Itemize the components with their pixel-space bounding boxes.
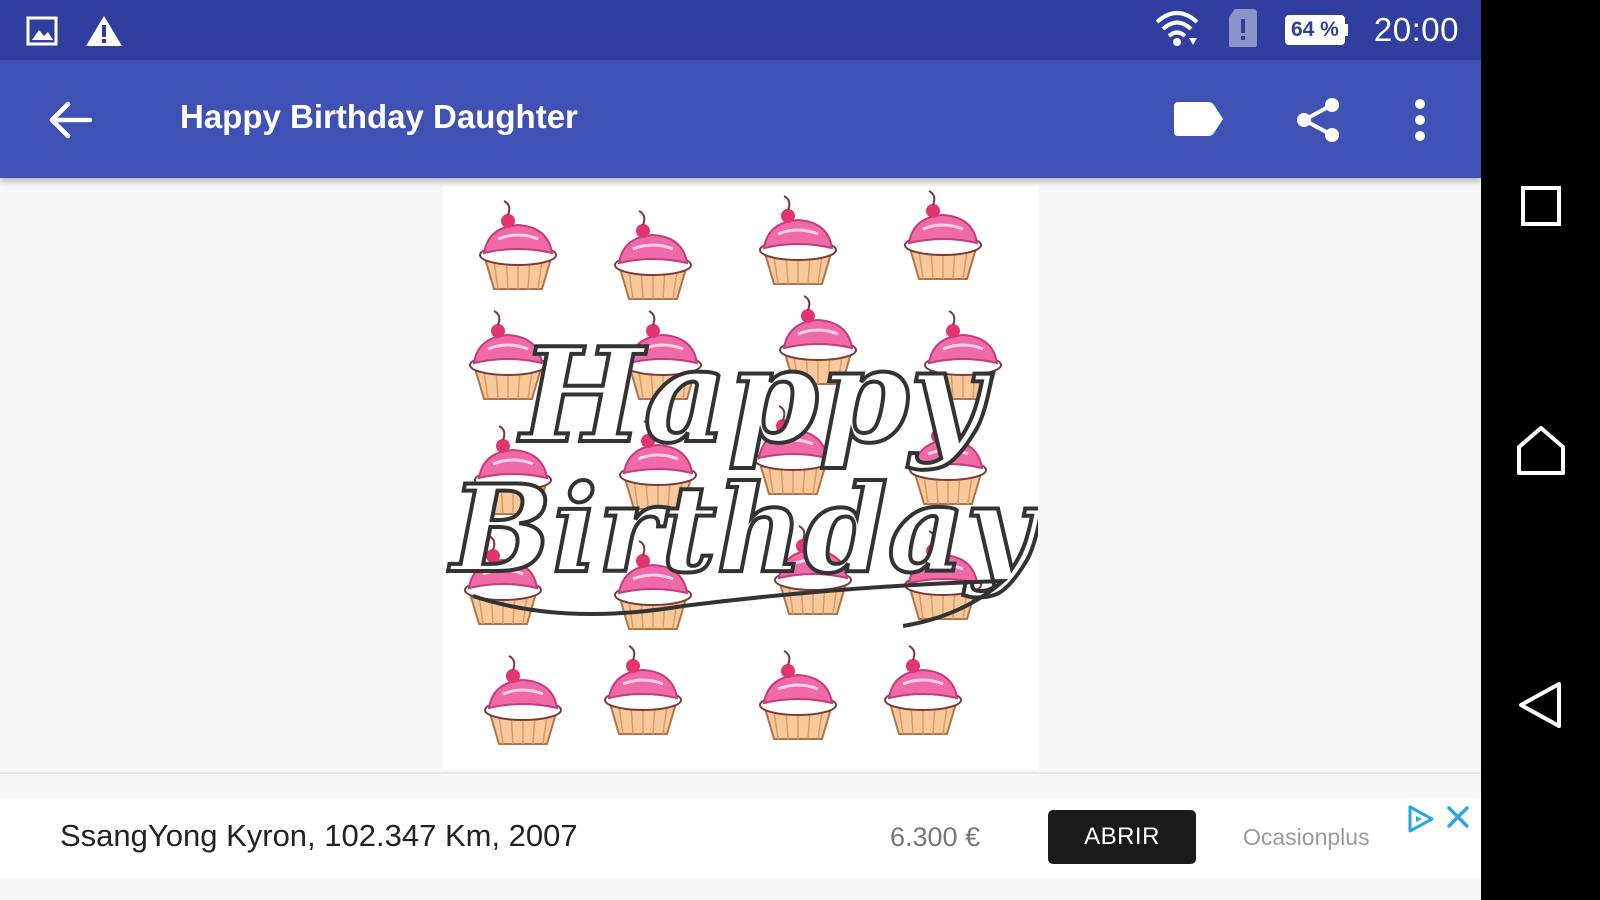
navigation-bar: [1481, 0, 1600, 900]
card-text-happy: Happy: [517, 319, 993, 472]
ad-price: 6.300 €: [890, 822, 981, 852]
clock: 20:00: [1373, 11, 1459, 48]
page-title: Happy Birthday Daughter: [180, 98, 578, 135]
ad-open-button[interactable]: ABRIR: [1048, 810, 1196, 864]
card-text-birthday: Birthday: [448, 459, 1038, 600]
ad-banner[interactable]: SsangYong Kyron, 102.347 Km, 2007 6.300 …: [0, 798, 1481, 878]
back-arrow-icon[interactable]: [46, 100, 94, 140]
adchoices-icon[interactable]: [1406, 804, 1436, 839]
status-bar: 64 % 20:00: [0, 0, 1481, 60]
recent-apps-icon[interactable]: [1521, 186, 1561, 231]
more-vert-icon[interactable]: [1414, 98, 1426, 147]
battery-percent: 64 %: [1290, 18, 1339, 41]
wifi-icon: [1153, 8, 1201, 53]
share-icon[interactable]: [1294, 97, 1342, 148]
bottom-strip: [0, 878, 1481, 900]
sim-alert-icon: [1227, 7, 1259, 54]
close-icon[interactable]: [1445, 804, 1471, 835]
back-icon[interactable]: [1517, 680, 1563, 735]
ad-advertiser: Ocasionplus: [1243, 824, 1370, 850]
birthday-card-image[interactable]: Happy Birthday: [443, 186, 1044, 770]
warning-icon: [84, 14, 124, 53]
ad-divider: [0, 772, 1481, 774]
label-icon[interactable]: [1174, 102, 1224, 141]
battery-icon: 64 %: [1284, 15, 1348, 45]
home-icon[interactable]: [1515, 425, 1567, 482]
app-bar: Happy Birthday Daughter: [0, 60, 1481, 178]
ad-headline[interactable]: SsangYong Kyron, 102.347 Km, 2007: [60, 818, 578, 854]
image-notification-icon: [26, 16, 58, 51]
